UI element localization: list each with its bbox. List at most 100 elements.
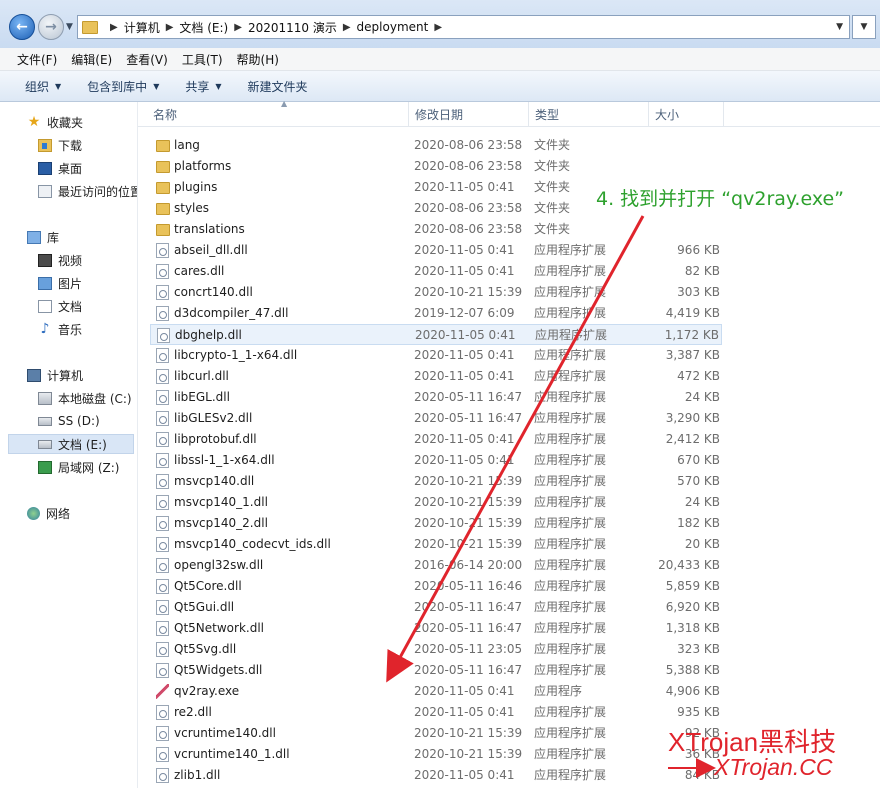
menu-view[interactable]: 查看(V) xyxy=(119,51,175,68)
column-header-name[interactable]: 名称 ▲ xyxy=(147,99,409,126)
breadcrumb-deployment[interactable]: deployment xyxy=(357,20,429,34)
breadcrumb-separator-icon[interactable]: ▶ xyxy=(343,22,351,33)
file-modified-date: 2020-11-05 0:41 xyxy=(414,705,515,719)
column-header-type[interactable]: 类型 xyxy=(529,102,649,126)
dll-file-icon xyxy=(156,474,169,489)
file-row[interactable]: libGLESv2.dll 2020-05-11 16:47 应用程序扩展 3,290… xyxy=(150,408,722,429)
folder-row[interactable]: lang 2020-08-06 23:58 文件夹 xyxy=(150,135,722,156)
file-row[interactable]: Qt5Svg.dll 2020-05-11 23:05 应用程序扩展 323 KB xyxy=(150,639,722,660)
column-header-date[interactable]: 修改日期 xyxy=(409,102,529,126)
nav-item-drive-e[interactable]: 文档 (E:) xyxy=(8,434,134,454)
file-name: re2.dll xyxy=(174,705,212,719)
back-button[interactable]: ← xyxy=(9,14,35,40)
dll-file-icon xyxy=(156,642,169,657)
menu-edit[interactable]: 编辑(E) xyxy=(64,51,119,68)
file-row[interactable]: abseil_dll.dll 2020-11-05 0:41 应用程序扩展 966 K… xyxy=(150,240,722,261)
file-row[interactable]: opengl32sw.dll 2016-06-14 20:00 应用程序扩展 20,4… xyxy=(150,555,722,576)
nav-item-drive-d[interactable]: SS (D:) xyxy=(38,411,100,431)
file-row[interactable]: Qt5Gui.dll 2020-05-11 16:47 应用程序扩展 6,920 KB xyxy=(150,597,722,618)
breadcrumb-demo-folder[interactable]: 20201110 演示 xyxy=(248,19,337,36)
chevron-down-icon: ▼ xyxy=(55,81,62,91)
breadcrumb-separator-icon[interactable]: ▶ xyxy=(166,22,174,33)
nav-label: 收藏夹 xyxy=(47,115,84,130)
nav-item-recent-places[interactable]: 最近访问的位置 xyxy=(38,181,138,201)
menu-file[interactable]: 文件(F) xyxy=(10,51,64,68)
file-size: 24 KB xyxy=(684,495,720,509)
file-modified-date: 2020-08-06 23:58 xyxy=(414,138,523,152)
address-bar[interactable]: ▶ 计算机 ▶ 文档 (E:) ▶ 20201110 演示 ▶ deployme… xyxy=(77,15,850,39)
breadcrumb-computer[interactable]: 计算机 xyxy=(124,19,160,36)
back-arrow-icon: ← xyxy=(16,19,28,35)
file-row[interactable]: Qt5Core.dll 2020-05-11 16:46 应用程序扩展 5,859 K… xyxy=(150,576,722,597)
nav-computer[interactable]: 计算机 xyxy=(27,365,83,385)
nav-network[interactable]: 网络 xyxy=(27,503,70,523)
file-row[interactable]: qv2ray.exe 2020-11-05 0:41 应用程序 4,906 KB xyxy=(150,681,722,702)
dll-file-icon xyxy=(156,600,169,615)
file-row[interactable]: dbghelp.dll 2020-11-05 0:41 应用程序扩展 1,172 KB xyxy=(150,324,722,345)
nav-item-documents[interactable]: 文档 xyxy=(38,296,82,316)
breadcrumb-drive-e[interactable]: 文档 (E:) xyxy=(179,19,228,36)
nav-libraries[interactable]: 库 xyxy=(27,227,59,247)
file-row[interactable]: zlib1.dll 2020-11-05 0:41 应用程序扩展 84 KB xyxy=(150,765,722,786)
file-row[interactable]: concrt140.dll 2020-10-21 15:39 应用程序扩展 303 K… xyxy=(150,282,722,303)
file-type: 应用程序扩展 xyxy=(534,726,607,740)
address-strip: ← → ▼ ▶ 计算机 ▶ 文档 (E:) ▶ 20201110 演示 ▶ de… xyxy=(0,0,880,48)
file-row[interactable]: libEGL.dll 2020-05-11 16:47 应用程序扩展 24 KB xyxy=(150,387,722,408)
address-dropdown-icon[interactable]: ▼ xyxy=(836,22,843,32)
organize-button[interactable]: 组织 ▼ xyxy=(25,78,61,95)
nav-item-videos[interactable]: 视频 xyxy=(38,250,82,270)
file-modified-date: 2020-05-11 16:47 xyxy=(414,600,523,614)
file-row[interactable]: vcruntime140_1.dll 2020-10-21 15:39 应用程序扩展… xyxy=(150,744,722,765)
column-header-size[interactable]: 大小 xyxy=(649,102,724,126)
breadcrumb-separator-icon[interactable]: ▶ xyxy=(434,22,442,33)
dll-file-icon xyxy=(157,328,170,343)
file-type: 应用程序扩展 xyxy=(534,768,607,782)
breadcrumb-separator-icon[interactable]: ▶ xyxy=(110,22,118,33)
file-row[interactable]: libprotobuf.dll 2020-11-05 0:41 应用程序扩展 2,41… xyxy=(150,429,722,450)
file-row[interactable]: vcruntime140.dll 2020-10-21 15:39 应用程序扩展 92… xyxy=(150,723,722,744)
file-row[interactable]: libcrypto-1_1-x64.dll 2020-11-05 0:41 应用程序… xyxy=(150,345,722,366)
nav-item-drive-c[interactable]: 本地磁盘 (C:) xyxy=(38,388,132,408)
folder-icon xyxy=(156,224,170,236)
folder-icon xyxy=(156,182,170,194)
document-icon xyxy=(38,299,52,313)
nav-item-desktop[interactable]: 桌面 xyxy=(38,158,82,178)
file-row[interactable]: d3dcompiler_47.dll 2019-12-07 6:09 应用程序扩展 4… xyxy=(150,303,722,324)
new-folder-button[interactable]: 新建文件夹 xyxy=(248,78,308,95)
menu-tools[interactable]: 工具(T) xyxy=(175,51,230,68)
forward-button[interactable]: → xyxy=(38,14,64,40)
file-size: 323 KB xyxy=(677,642,720,656)
file-type: 应用程序扩展 xyxy=(534,747,607,761)
folder-row[interactable]: platforms 2020-08-06 23:58 文件夹 xyxy=(150,156,722,177)
nav-label: 最近访问的位置 xyxy=(58,184,138,199)
file-row[interactable]: Qt5Widgets.dll 2020-05-11 16:47 应用程序扩展 5,38… xyxy=(150,660,722,681)
nav-item-drive-z[interactable]: 局域网 (Z:) xyxy=(38,457,119,477)
file-name: msvcp140.dll xyxy=(174,474,255,488)
file-row[interactable]: libssl-1_1-x64.dll 2020-11-05 0:41 应用程序扩展 6… xyxy=(150,450,722,471)
file-row[interactable]: msvcp140.dll 2020-10-21 15:39 应用程序扩展 570 KB xyxy=(150,471,722,492)
recent-pages-dropdown-icon[interactable]: ▼ xyxy=(66,22,73,32)
file-row[interactable]: msvcp140_2.dll 2020-10-21 15:39 应用程序扩展 182 … xyxy=(150,513,722,534)
folder-row[interactable]: translations 2020-08-06 23:58 文件夹 xyxy=(150,219,722,240)
file-name: libEGL.dll xyxy=(174,390,230,404)
file-modified-date: 2020-05-11 16:47 xyxy=(414,621,523,635)
file-row[interactable]: msvcp140_1.dll 2020-10-21 15:39 应用程序扩展 24 K… xyxy=(150,492,722,513)
file-modified-date: 2020-05-11 16:47 xyxy=(414,411,523,425)
nav-item-pictures[interactable]: 图片 xyxy=(38,273,82,293)
file-type: 应用程序扩展 xyxy=(534,516,607,530)
file-row[interactable]: msvcp140_codecvt_ids.dll 2020-10-21 15:39… xyxy=(150,534,722,555)
nav-item-downloads[interactable]: 下载 xyxy=(38,135,82,155)
breadcrumb-separator-icon[interactable]: ▶ xyxy=(234,22,242,33)
file-row[interactable]: libcurl.dll 2020-11-05 0:41 应用程序扩展 472 KB xyxy=(150,366,722,387)
file-row[interactable]: cares.dll 2020-11-05 0:41 应用程序扩展 82 KB xyxy=(150,261,722,282)
nav-item-music[interactable]: ♪ 音乐 xyxy=(38,319,82,339)
include-in-library-button[interactable]: 包含到库中 ▼ xyxy=(87,78,159,95)
history-dropdown-button[interactable]: ▼ xyxy=(852,15,876,39)
file-row[interactable]: re2.dll 2020-11-05 0:41 应用程序扩展 935 KB xyxy=(150,702,722,723)
file-row[interactable]: Qt5Network.dll 2020-05-11 16:47 应用程序扩展 1,31… xyxy=(150,618,722,639)
menu-bar: 文件(F) 编辑(E) 查看(V) 工具(T) 帮助(H) xyxy=(0,48,880,71)
share-button[interactable]: 共享 ▼ xyxy=(185,78,221,95)
menu-help[interactable]: 帮助(H) xyxy=(230,51,286,68)
dll-file-icon xyxy=(156,495,169,510)
nav-favorites[interactable]: ★ 收藏夹 xyxy=(27,112,83,132)
